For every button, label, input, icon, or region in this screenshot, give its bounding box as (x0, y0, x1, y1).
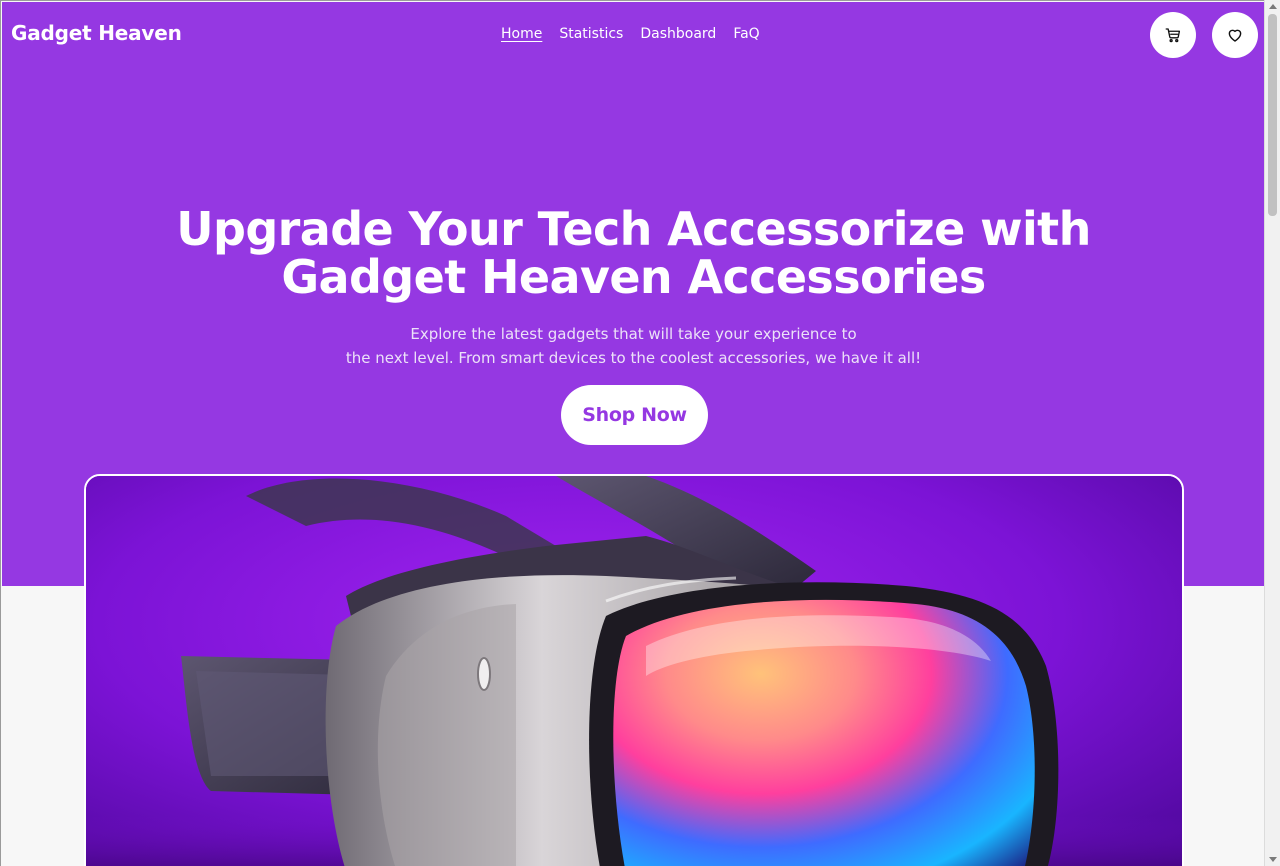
hero-title: Upgrade Your Tech Accessorize with Gadge… (2, 205, 1264, 301)
nav-statistics[interactable]: Statistics (559, 26, 623, 42)
cart-button[interactable] (1150, 12, 1196, 58)
vertical-scrollbar[interactable] (1264, 0, 1280, 866)
hero-title-line-1: Upgrade Your Tech Accessorize with (176, 202, 1091, 256)
page: Gadget Heaven Home Statistics Dashboard … (0, 0, 1264, 866)
brand-logo[interactable]: Gadget Heaven (11, 21, 182, 45)
hero-subtitle-line-2: the next level. From smart devices to th… (345, 349, 922, 367)
hero-subtitle-line-1: Explore the latest gadgets that will tak… (410, 325, 857, 343)
scroll-down-arrow-icon[interactable] (1269, 857, 1277, 862)
nav-dashboard[interactable]: Dashboard (640, 26, 716, 42)
nav-home[interactable]: Home (501, 26, 542, 42)
shop-now-button[interactable]: Shop Now (561, 385, 708, 445)
vr-headset-image (86, 476, 1182, 866)
scroll-up-arrow-icon[interactable] (1269, 4, 1277, 9)
cart-icon (1165, 28, 1181, 43)
wishlist-button[interactable] (1212, 12, 1258, 58)
hero-title-line-2: Gadget Heaven Accessories (281, 250, 986, 304)
hero-subtitle: Explore the latest gadgets that will tak… (2, 322, 1264, 370)
main-nav: Home Statistics Dashboard FaQ (501, 26, 760, 42)
scroll-thumb[interactable] (1268, 14, 1277, 216)
banner-image (84, 474, 1184, 866)
nav-faq[interactable]: FaQ (733, 26, 759, 42)
heart-icon (1228, 29, 1242, 42)
